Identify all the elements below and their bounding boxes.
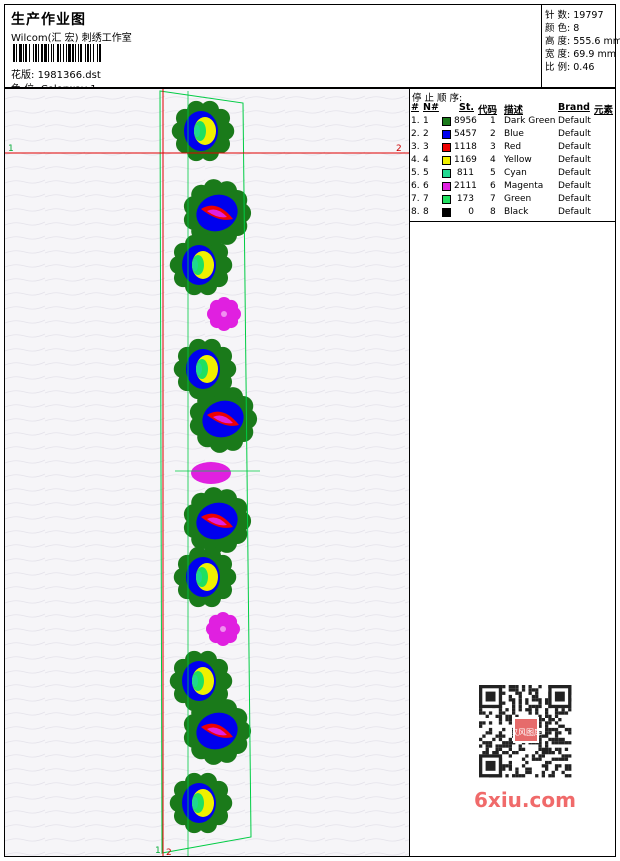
row-stitches: 2111	[454, 181, 477, 191]
row-stitches: 8956	[454, 116, 477, 126]
col-header-stitches: St.	[459, 102, 474, 113]
color-swatch	[442, 117, 451, 126]
row-index: 5.	[411, 168, 420, 178]
guide-label-left: 1	[8, 144, 14, 154]
row-brand: Default	[558, 168, 591, 178]
row-index: 4.	[411, 155, 420, 165]
table-row[interactable]: 7. 7 173 7 Green Default	[410, 194, 617, 207]
row-brand: Default	[558, 116, 591, 126]
spec-stitches: 针 数: 19797	[545, 10, 604, 21]
row-number: 4	[423, 155, 429, 165]
row-index: 1.	[411, 116, 420, 126]
guide-label-bottom-left: 1	[155, 846, 161, 856]
design-specs-panel: 针 数: 19797 颜 色: 8 高 度: 555.6 mm 宽 度: 69.…	[541, 4, 620, 88]
row-brand: Default	[558, 155, 591, 165]
row-index: 8.	[411, 207, 420, 217]
col-header-code: 代码	[478, 105, 498, 116]
col-header-brand: Brand	[558, 102, 590, 113]
color-swatch	[442, 156, 451, 165]
row-description: Yellow	[504, 155, 532, 165]
row-number: 2	[423, 129, 429, 139]
col-header-description: 描述	[504, 105, 524, 116]
col-header-element: 元素	[594, 105, 614, 116]
spec-height: 高 度: 555.6 mm	[545, 36, 620, 47]
row-index: 3.	[411, 142, 420, 152]
row-code: 3	[490, 142, 496, 152]
guide-label-right: 2	[396, 144, 402, 154]
row-index: 7.	[411, 194, 420, 204]
barcode-icon	[13, 44, 101, 62]
color-swatch	[442, 169, 451, 178]
row-number: 3	[423, 142, 429, 152]
table-row[interactable]: 2. 2 5457 2 Blue Default	[410, 129, 617, 142]
row-number: 1	[423, 116, 429, 126]
row-stitches: 1169	[454, 155, 477, 165]
table-row[interactable]: 5. 5 811 5 Cyan Default	[410, 168, 617, 181]
watermark-text: 6xiu.com	[474, 788, 576, 812]
row-brand: Default	[558, 142, 591, 152]
row-number: 6	[423, 181, 429, 191]
row-index: 6.	[411, 181, 420, 191]
spec-scale: 比 例: 0.46	[545, 62, 595, 73]
table-row[interactable]: 6. 6 2111 6 Magenta Default	[410, 181, 617, 194]
row-brand: Default	[558, 194, 591, 204]
row-number: 5	[423, 168, 429, 178]
spec-width: 宽 度: 69.9 mm	[545, 49, 616, 60]
row-description: Black	[504, 207, 529, 217]
color-swatch	[442, 208, 451, 217]
design-file-row: 花版: 1981366.dst	[11, 66, 101, 81]
color-swatch	[442, 195, 451, 204]
row-code: 8	[490, 207, 496, 217]
row-code: 7	[490, 194, 496, 204]
row-description: Dark Green	[504, 116, 556, 126]
row-number: 7	[423, 194, 429, 204]
color-swatch	[442, 143, 451, 152]
row-stitches: 811	[456, 168, 474, 178]
row-stitches: 173	[456, 194, 474, 204]
row-code: 4	[490, 155, 496, 165]
row-stitches: 1118	[454, 142, 477, 152]
spec-colors: 颜 色: 8	[545, 23, 580, 34]
qr-stamp-text: 汉风图库	[510, 727, 542, 737]
row-description: Red	[504, 142, 522, 152]
table-row[interactable]: 1. 1 8956 1 Dark Green Default	[410, 116, 617, 129]
row-description: Green	[504, 194, 532, 204]
row-brand: Default	[558, 181, 591, 191]
row-code: 2	[490, 129, 496, 139]
col-header-number: N#	[423, 102, 439, 113]
row-code: 1	[490, 116, 496, 126]
design-canvas[interactable]: 1 2 1 2	[4, 88, 410, 857]
row-description: Blue	[504, 129, 524, 139]
row-index: 2.	[411, 129, 420, 139]
table-row[interactable]: 8. 8 0 8 Black Default	[410, 207, 617, 220]
table-row[interactable]: 3. 3 1118 3 Red Default	[410, 142, 617, 155]
color-swatch	[442, 130, 451, 139]
col-header-index: #	[411, 102, 419, 113]
row-brand: Default	[558, 207, 591, 217]
row-code: 6	[490, 181, 496, 191]
stop-sequence-panel: 停 止 顺 序: # N# St. 代码 描述 Brand 元素 1. 1 8956…	[409, 88, 616, 222]
row-stitches: 0	[468, 207, 474, 217]
row-brand: Default	[558, 129, 591, 139]
row-code: 5	[490, 168, 496, 178]
color-swatch	[442, 182, 451, 191]
embroidery-preview: 1 2 1 2	[5, 89, 409, 856]
page-title: 生产作业图	[11, 12, 86, 28]
row-description: Cyan	[504, 168, 527, 178]
guide-label-bottom-right: 2	[166, 848, 172, 856]
row-number: 8	[423, 207, 429, 217]
company-name: Wilcom(汇 宏) 刺绣工作室	[11, 33, 132, 44]
row-description: Magenta	[504, 181, 544, 191]
header-info-panel: 生产作业图 Wilcom(汇 宏) 刺绣工作室 花版: 1981366.dst …	[4, 4, 542, 95]
row-stitches: 5457	[454, 129, 477, 139]
table-row[interactable]: 4. 4 1169 4 Yellow Default	[410, 155, 617, 168]
